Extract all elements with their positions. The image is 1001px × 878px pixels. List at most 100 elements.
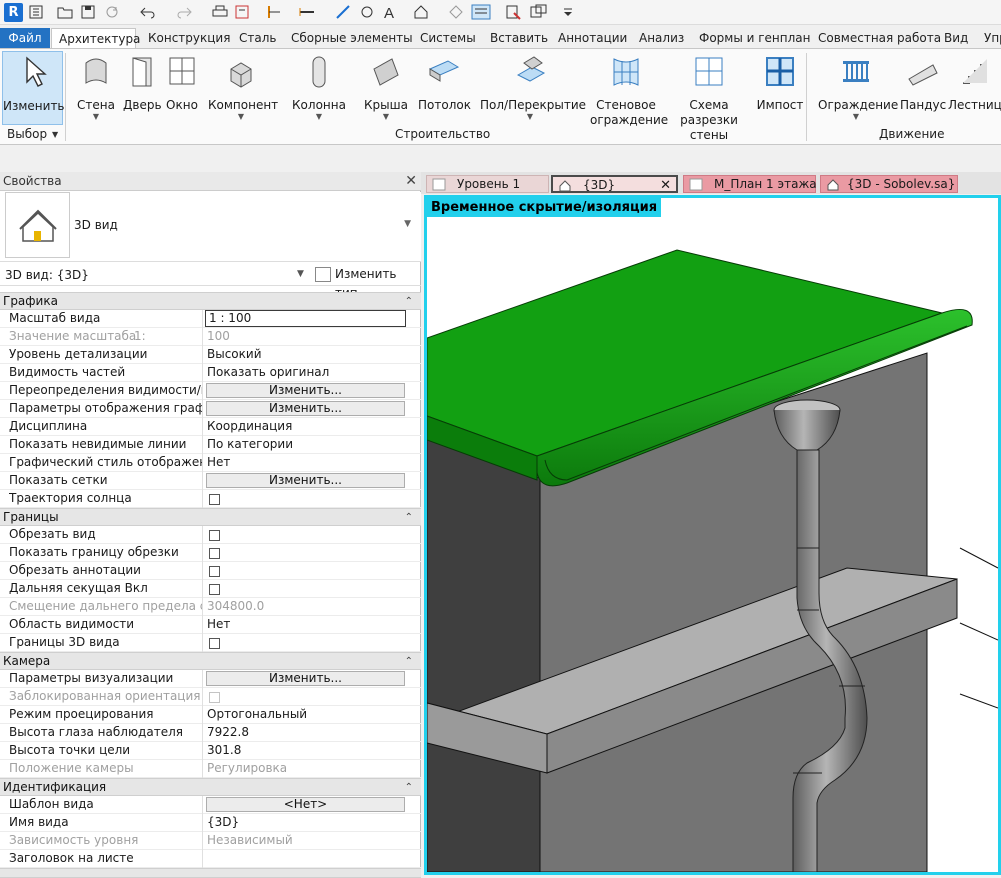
tab-view[interactable]: Вид: [944, 28, 968, 49]
customize-toolbar-icon[interactable]: [562, 4, 574, 20]
tab-massing-site[interactable]: Формы и генплан: [699, 28, 811, 49]
tab-analyze[interactable]: Анализ: [639, 28, 684, 49]
text-icon[interactable]: A: [383, 4, 397, 20]
wall-left-face[interactable]: [427, 434, 541, 872]
group-identity[interactable]: Идентификация ⌃: [0, 778, 421, 796]
column-divider: [202, 328, 203, 346]
aligned-dimension-icon[interactable]: [298, 4, 316, 20]
tag-icon[interactable]: [360, 4, 374, 20]
collapse-icon[interactable]: ⌃: [405, 293, 413, 310]
close-hidden-windows-icon[interactable]: [505, 4, 521, 20]
group-graphics[interactable]: Графика ⌃: [0, 292, 421, 310]
view-template-button[interactable]: <Нет>: [206, 797, 405, 812]
crop-view-checkbox[interactable]: [209, 530, 220, 541]
collapse-icon[interactable]: ⌃: [405, 509, 413, 526]
component-button[interactable]: Компонент ▼: [208, 51, 278, 121]
edit-type-button[interactable]: Изменить тип: [313, 265, 421, 300]
3d-viewport[interactable]: Временное скрытие/изоляция: [424, 195, 1001, 875]
door-button[interactable]: Дверь: [123, 51, 162, 113]
curtain-system-button[interactable]: Стеновое ограждение: [590, 51, 668, 128]
app-logo[interactable]: R: [4, 3, 23, 22]
type-selector[interactable]: 3D вид ▼: [0, 192, 421, 262]
measure-icon[interactable]: [266, 4, 282, 20]
discipline-value[interactable]: Координация: [207, 418, 407, 435]
close-icon[interactable]: ✕: [660, 177, 671, 194]
graphic-display-edit-button[interactable]: Изменить...: [206, 401, 405, 416]
tab-structure[interactable]: Конструкция: [148, 28, 230, 49]
redo-icon[interactable]: [175, 4, 193, 20]
view-tab-3d[interactable]: {3D} ✕: [551, 175, 678, 193]
group-camera[interactable]: Камера ⌃: [0, 652, 421, 670]
tab-file[interactable]: Файл: [0, 28, 50, 49]
3d-model-scene[interactable]: [427, 198, 998, 872]
view-name-value[interactable]: {3D}: [207, 814, 407, 831]
ramp-button[interactable]: Пандус: [900, 51, 946, 113]
tab-annotate[interactable]: Аннотации: [558, 28, 627, 49]
recent-files-icon[interactable]: [29, 4, 43, 20]
view-tab-level-1[interactable]: Уровень 1: [426, 175, 549, 193]
ceiling-button[interactable]: Потолок: [418, 51, 471, 113]
collapse-icon[interactable]: ⌃: [405, 779, 413, 796]
annotation-crop-checkbox[interactable]: [209, 566, 220, 577]
chevron-down-icon[interactable]: ▼: [297, 269, 304, 279]
sync-icon[interactable]: [104, 4, 122, 20]
undo-icon[interactable]: [139, 4, 157, 20]
view-tab-3d-user[interactable]: {3D - Sobolev.sa}: [820, 175, 958, 193]
select-dropdown-icon[interactable]: ▼: [52, 130, 58, 139]
tab-collaborate[interactable]: Совместная работа: [818, 28, 941, 49]
mullion-button[interactable]: Импост: [756, 51, 804, 113]
thin-lines-icon[interactable]: [471, 4, 491, 20]
show-grids-edit-button[interactable]: Изменить...: [206, 473, 405, 488]
floor-button[interactable]: Пол/Перекрытие ▼: [480, 51, 586, 121]
parts-visibility-value[interactable]: Показать оригинал: [207, 364, 407, 381]
target-elevation-value[interactable]: 301.8: [207, 742, 407, 759]
sun-path-checkbox[interactable]: [209, 494, 220, 505]
section-icon[interactable]: [448, 4, 464, 20]
group-next[interactable]: [0, 868, 421, 878]
panel-title-circulation: Движение: [879, 127, 945, 141]
collapse-icon[interactable]: ⌃: [405, 653, 413, 670]
tab-steel[interactable]: Сталь: [239, 28, 276, 49]
detail-line-icon[interactable]: [335, 4, 351, 20]
group-label: Камера: [3, 654, 51, 668]
view-tab-floor-plan[interactable]: М_План 1 этажа: [683, 175, 817, 193]
instance-selector[interactable]: 3D вид: {3D}: [5, 268, 89, 282]
wall-button[interactable]: Стена ▼: [76, 51, 116, 121]
window-button[interactable]: Окно: [163, 51, 201, 113]
column-button[interactable]: Колонна ▼: [290, 51, 348, 121]
vg-overrides-edit-button[interactable]: Изменить...: [206, 383, 405, 398]
chevron-down-icon[interactable]: ▼: [404, 219, 411, 229]
open-folder-icon[interactable]: [57, 4, 73, 20]
tab-precast[interactable]: Сборные элементы: [291, 28, 413, 49]
view-scale-input[interactable]: 1 : 100: [205, 310, 406, 327]
tab-insert[interactable]: Вставить: [490, 28, 548, 49]
far-clip-checkbox[interactable]: [209, 584, 220, 595]
switch-windows-icon[interactable]: [530, 4, 548, 20]
group-extents[interactable]: Границы ⌃: [0, 508, 421, 526]
rendering-settings-edit-button[interactable]: Изменить...: [206, 671, 405, 686]
panel-title-select[interactable]: Выбор: [7, 127, 47, 141]
railing-button[interactable]: Ограждение ▼: [818, 51, 898, 121]
curtain-grid-button[interactable]: Схема разрезки стены: [664, 51, 754, 143]
projection-mode-value[interactable]: Ортогональный: [207, 706, 407, 723]
detail-level-value[interactable]: Высокий: [207, 346, 407, 363]
stair-button[interactable]: Лестница: [948, 51, 1001, 113]
scope-box-value[interactable]: Нет: [207, 616, 407, 633]
section-box-checkbox[interactable]: [209, 638, 220, 649]
tab-systems[interactable]: Системы: [420, 28, 476, 49]
default-3d-view-icon[interactable]: [413, 4, 429, 20]
hidden-lines-value[interactable]: По категории: [207, 436, 407, 453]
close-icon[interactable]: ✕: [405, 172, 417, 191]
save-icon[interactable]: [81, 4, 95, 20]
column-divider: [202, 724, 203, 742]
tab-architecture[interactable]: Архитектура: [51, 28, 140, 49]
display-style-value[interactable]: Нет: [207, 454, 407, 471]
sheet-icon[interactable]: [234, 4, 250, 20]
modify-button[interactable]: Изменить: [2, 51, 65, 125]
print-icon[interactable]: [212, 4, 228, 20]
tab-manage[interactable]: Упр: [984, 28, 1001, 49]
roof-button[interactable]: Крыша ▼: [364, 51, 408, 121]
property-row: Показать невидимые линии По категории: [0, 436, 421, 454]
crop-region-visible-checkbox[interactable]: [209, 548, 220, 559]
eye-elevation-value[interactable]: 7922.8: [207, 724, 407, 741]
